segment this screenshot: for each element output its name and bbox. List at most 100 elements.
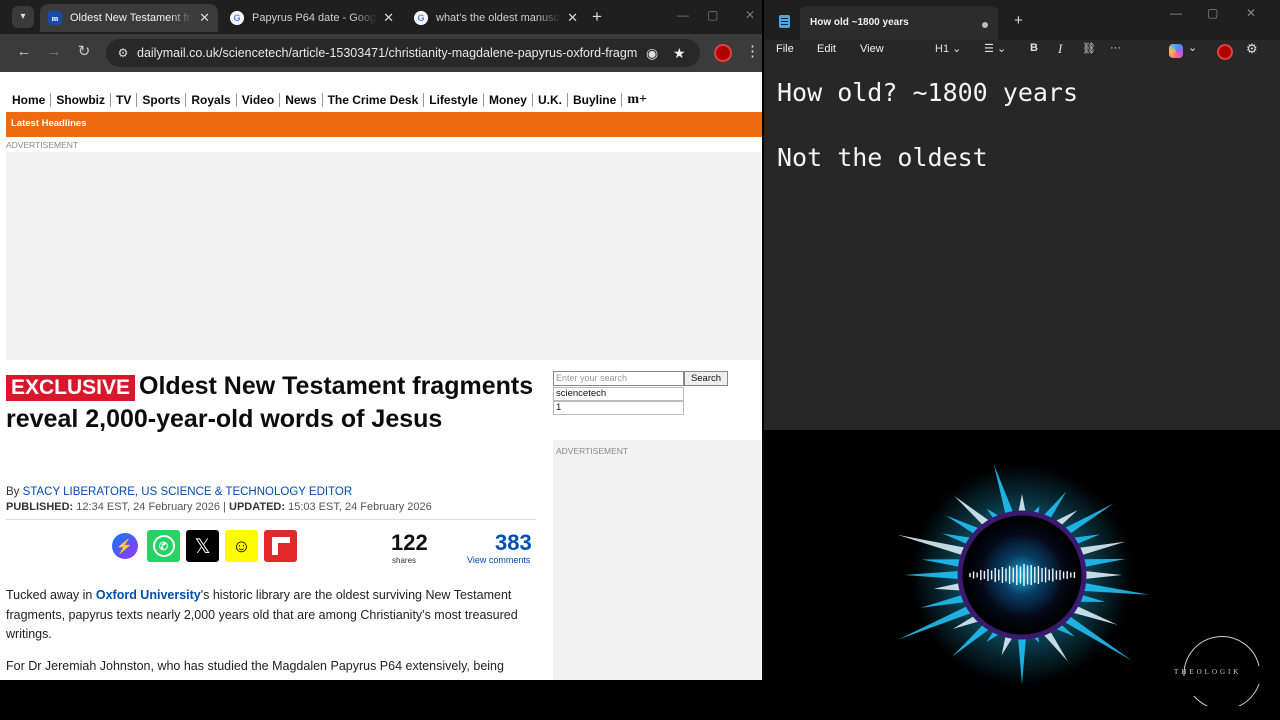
logo-text: THEOLOGIK <box>1174 668 1242 676</box>
search-section-field[interactable]: sciencetech <box>553 387 684 401</box>
nav-money[interactable]: Money <box>484 93 533 107</box>
dailymail-favicon-icon: m <box>48 11 62 25</box>
nav-royals[interactable]: Royals <box>186 93 237 107</box>
tab-google-p64[interactable]: G Papyrus P64 date - Google Search ✕ <box>222 4 402 32</box>
back-arrow-icon[interactable]: ← <box>14 42 34 62</box>
notepad-new-tab-button[interactable]: + <box>1014 12 1023 29</box>
close-tab-icon[interactable]: ✕ <box>199 10 210 26</box>
editor-line[interactable]: Not the oldest <box>777 143 988 172</box>
nav-video[interactable]: Video <box>237 93 281 107</box>
italic-button[interactable]: I <box>1058 41 1062 57</box>
editor-line[interactable]: How old? ~1800 years <box>777 78 1078 107</box>
share-x-button[interactable]: 𝕏 <box>186 530 219 562</box>
new-tab-button[interactable]: + <box>592 7 602 27</box>
advertisement-banner <box>6 152 762 360</box>
messenger-icon: ⚡ <box>111 533 138 559</box>
desktop: ▾ m Oldest New Testament fragments revea… <box>0 0 1280 720</box>
comments-count[interactable]: 383 <box>495 530 532 556</box>
view-comments-link[interactable]: View comments <box>467 555 530 565</box>
shares-label: shares <box>392 556 417 565</box>
close-window-icon[interactable]: ✕ <box>1246 6 1256 20</box>
updated-label: UPDATED: <box>229 501 286 513</box>
site-nav: Home Showbiz TV Sports Royals Video News… <box>6 89 652 111</box>
bookmark-star-icon[interactable]: ★ <box>673 44 686 62</box>
ad-label: ADVERTISEMENT <box>6 140 79 150</box>
profile-avatar[interactable] <box>714 44 732 62</box>
more-icon[interactable]: ··· <box>1110 42 1121 54</box>
address-bar[interactable]: ⚙ dailymail.co.uk/sciencetech/article-15… <box>106 39 700 67</box>
search-button[interactable]: Search <box>684 371 728 386</box>
copilot-icon[interactable] <box>1169 44 1183 58</box>
notepad-tab[interactable]: How old ~1800 years <box>800 6 998 40</box>
nav-crime-desk[interactable]: The Crime Desk <box>323 93 425 107</box>
tab-search-button[interactable]: ▾ <box>12 6 34 28</box>
search-input[interactable]: Enter your search <box>553 371 684 386</box>
more-menu-icon[interactable]: ⋮ <box>745 42 760 62</box>
oxford-university-link[interactable]: Oxford University <box>96 588 201 602</box>
publish-dates: PUBLISHED: 12:34 EST, 24 February 2026 |… <box>6 501 432 513</box>
byline: By STACY LIBERATORE, US SCIENCE & TECHNO… <box>6 486 352 498</box>
tab-google-oldest[interactable]: G what's the oldest manuscript ✕ <box>406 4 586 32</box>
article-paragraph: For Dr Jeremiah Johnston, who has studie… <box>6 659 504 673</box>
tab-title: Papyrus P64 date - Google Search <box>252 12 377 24</box>
tab-dailymail[interactable]: m Oldest New Testament fragments reveal … <box>40 4 218 32</box>
share-whatsapp-button[interactable]: ✆ <box>147 530 180 562</box>
notepad-titlebar: How old ~1800 years + — ▢ ✕ <box>764 0 1280 40</box>
flipboard-icon <box>271 537 290 555</box>
close-tab-icon[interactable]: ✕ <box>567 10 578 26</box>
close-window-icon[interactable]: ✕ <box>745 8 755 22</box>
google-favicon-icon: G <box>414 11 428 25</box>
menu-file[interactable]: File <box>776 43 794 55</box>
exclusive-badge: EXCLUSIVE <box>6 375 136 401</box>
nav-news[interactable]: News <box>280 93 323 107</box>
notepad-editor[interactable]: How old? ~1800 years Not the oldest <box>764 66 1280 430</box>
nav-home[interactable]: Home <box>6 93 52 107</box>
list-dropdown[interactable]: ☰ ⌄ <box>984 42 1006 55</box>
nav-tv[interactable]: TV <box>111 93 138 107</box>
site-info-icon[interactable]: ⚙ <box>115 45 131 61</box>
minimize-icon[interactable]: — <box>677 8 689 22</box>
maximize-icon[interactable]: ▢ <box>707 8 718 22</box>
share-messenger-button[interactable]: ⚡ <box>108 530 141 562</box>
maximize-icon[interactable]: ▢ <box>1207 6 1218 20</box>
forward-arrow-icon[interactable]: → <box>44 42 64 62</box>
url-text[interactable]: dailymail.co.uk/sciencetech/article-1530… <box>137 46 637 60</box>
profile-avatar[interactable] <box>1217 44 1233 60</box>
sidebar-advertisement: ADVERTISEMENT <box>553 440 762 680</box>
nav-uk[interactable]: U.K. <box>533 93 568 107</box>
latest-headlines-bar[interactable]: Latest Headlines <box>6 112 762 137</box>
latest-headlines-label[interactable]: Latest Headlines <box>11 118 87 129</box>
page-content: Home Showbiz TV Sports Royals Video News… <box>6 72 762 680</box>
nav-mplus[interactable]: m+ <box>622 93 652 107</box>
chevron-down-icon: ⌄ <box>952 43 962 55</box>
reload-icon[interactable]: ↻ <box>74 42 94 62</box>
minimize-icon[interactable]: — <box>1170 6 1182 20</box>
tracking-protection-eye-icon[interactable]: ◉ <box>646 44 658 62</box>
updated-value: 15:03 EST, 24 February 2026 <box>288 501 432 513</box>
menu-view[interactable]: View <box>860 43 884 55</box>
bold-button[interactable]: B <box>1030 42 1038 54</box>
author-link[interactable]: STACY LIBERATORE, US SCIENCE & TECHNOLOG… <box>23 486 353 498</box>
chevron-down-icon[interactable]: ⌄ <box>1188 41 1197 54</box>
list-icon: ☰ <box>984 43 994 55</box>
notepad-menubar: File Edit View H1 ⌄ ☰ ⌄ B I ⛓ ··· ⌄ ⚙ <box>764 40 1280 66</box>
notepad-tab-title: How old ~1800 years <box>810 17 909 28</box>
google-favicon-icon: G <box>230 11 244 25</box>
snapchat-icon: ☺ <box>232 535 251 556</box>
share-flipboard-button[interactable] <box>264 530 297 562</box>
close-tab-icon[interactable]: ✕ <box>383 10 394 26</box>
unsaved-dot-icon[interactable] <box>982 22 988 28</box>
tab-title: Oldest New Testament fragments reveal <box>70 12 193 24</box>
nav-buyline[interactable]: Buyline <box>568 93 623 107</box>
menu-edit[interactable]: Edit <box>817 43 836 55</box>
nav-sports[interactable]: Sports <box>137 93 187 107</box>
nav-lifestyle[interactable]: Lifestyle <box>424 93 484 107</box>
share-snapchat-button[interactable]: ☺ <box>225 530 258 562</box>
tab-title: what's the oldest manuscript <box>436 12 562 24</box>
search-page-field[interactable]: 1 <box>553 401 684 415</box>
settings-gear-icon[interactable]: ⚙ <box>1246 41 1258 57</box>
link-icon[interactable]: ⛓ <box>1082 42 1096 55</box>
paragraph-text: Tucked away in <box>6 588 96 602</box>
nav-showbiz[interactable]: Showbiz <box>51 93 112 107</box>
heading-dropdown[interactable]: H1 ⌄ <box>935 42 961 55</box>
